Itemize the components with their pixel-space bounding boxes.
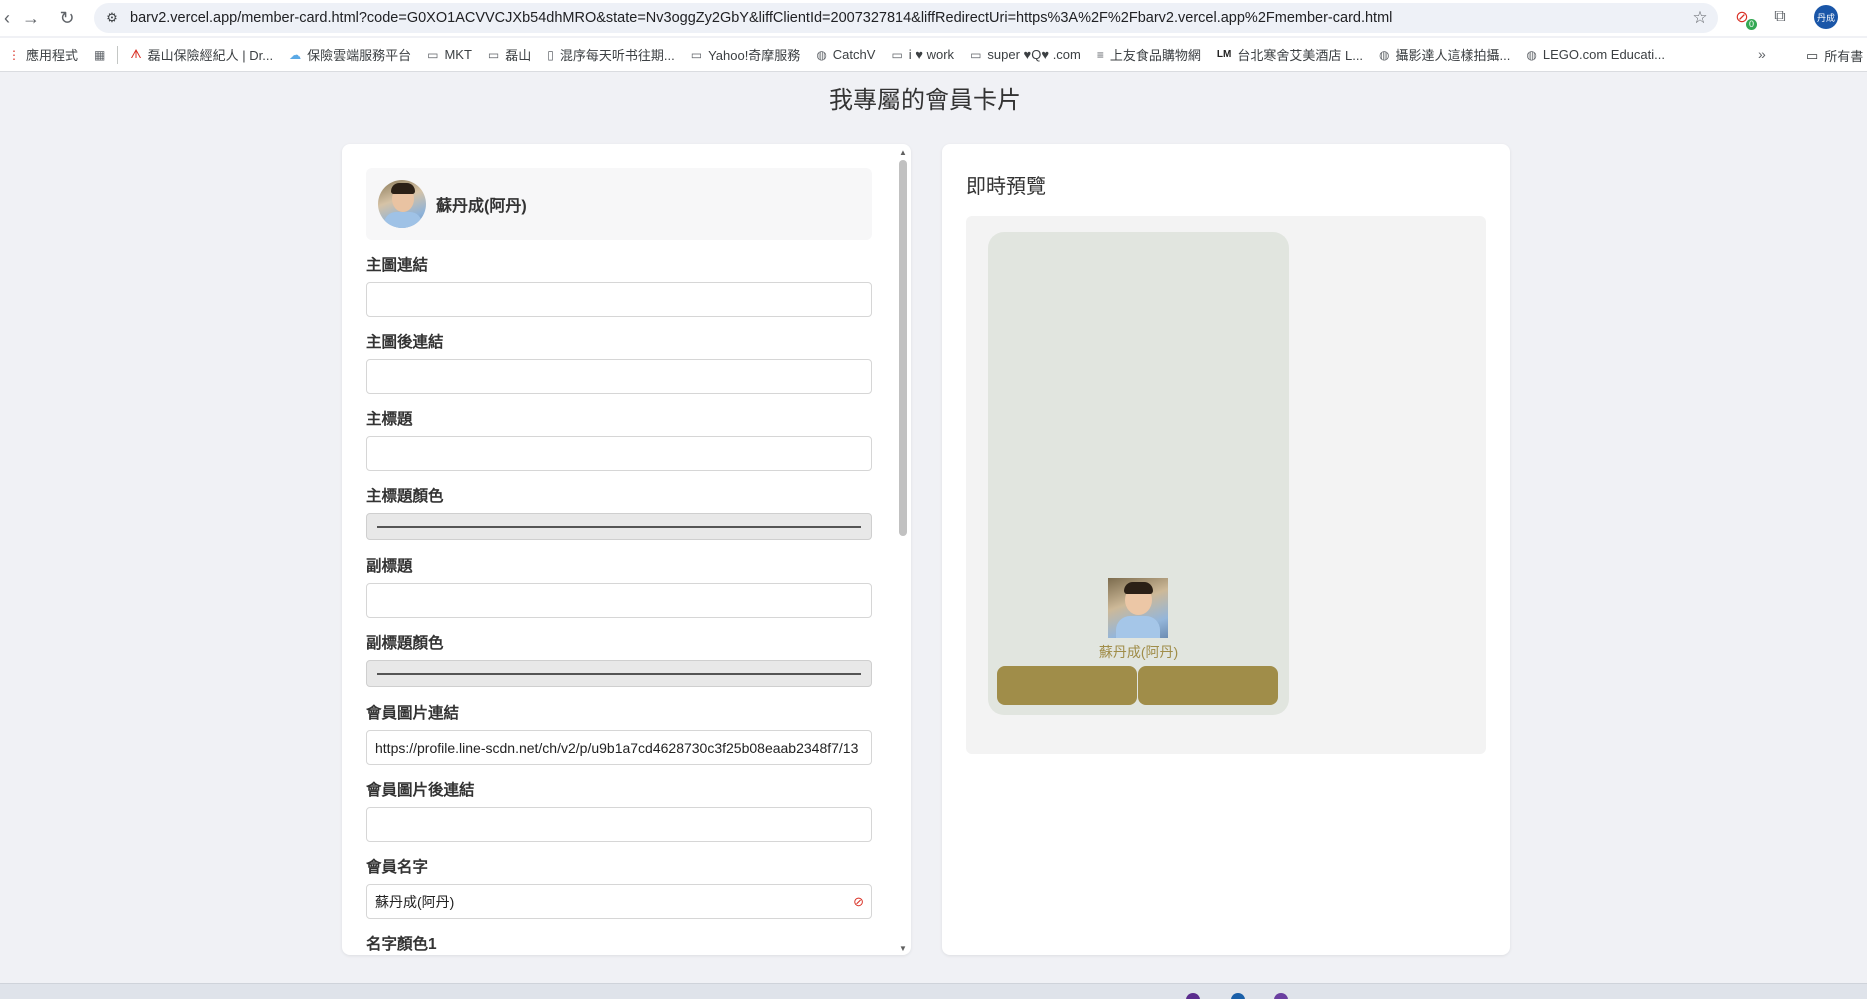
scroll-down-icon[interactable]: ▼: [899, 944, 907, 953]
folder-icon: ▭: [970, 47, 982, 62]
subtitle-label: 副標題: [366, 558, 413, 575]
bookmark-item[interactable]: ☁ 保險雲端服務平台: [281, 45, 419, 64]
bookmark-folder[interactable]: ▭ 磊山: [480, 45, 539, 64]
profile-avatar[interactable]: 丹成: [1814, 5, 1838, 29]
star-icon[interactable]: ☆: [1682, 8, 1718, 28]
cloud-icon: ☁: [289, 47, 302, 62]
forward-arrow-icon[interactable]: →: [16, 3, 46, 33]
folder-icon: ▭: [427, 47, 439, 62]
bookmark-item[interactable]: LM 台北寒舍艾美酒店 L...: [1209, 45, 1371, 64]
scroll-up-icon[interactable]: ▲: [899, 148, 907, 157]
preview-area: 蘇丹成(阿丹): [966, 216, 1486, 754]
avatar: [378, 180, 426, 228]
bookmark-item[interactable]: ◍ 攝影達人這樣拍攝...: [1371, 45, 1518, 64]
folder-icon: ▭: [891, 47, 903, 62]
bookmark-item[interactable]: ◍ LEGO.com Educati...: [1518, 47, 1673, 62]
all-bookmarks[interactable]: ▭ 所有書: [1806, 46, 1863, 65]
grid-icon: ▦: [94, 47, 106, 62]
member-image-link-input[interactable]: [366, 730, 872, 765]
preview-title: 即時預覽: [966, 176, 1046, 198]
bookmark-item[interactable]: ▯ 混序每天听书往期...: [539, 45, 682, 64]
member-image-link-label: 會員圖片連結: [366, 705, 460, 722]
browser-toolbar: ‹ → ↻ ⚙ barv2.vercel.app/member-card.htm…: [0, 0, 1867, 36]
taskbar-icon[interactable]: [1274, 993, 1288, 999]
red-logo-icon: ᗑ: [130, 47, 142, 61]
bookmark-folder[interactable]: ▭ i ♥ work: [883, 47, 962, 62]
user-info: 蘇丹成(阿丹): [366, 168, 872, 240]
preview-panel: 即時預覽 蘇丹成(阿丹): [942, 144, 1510, 955]
member-image-after-link-label: 會員圖片後連結: [366, 782, 475, 799]
member-photo: [1108, 578, 1168, 638]
card-button-left[interactable]: [997, 666, 1137, 705]
globe-icon: ◍: [1379, 47, 1390, 62]
editor-panel: 蘇丹成(阿丹) 主圖連結 主圖後連結 主標題 主標題顏色 副標題 副標題顏色 會…: [342, 144, 911, 955]
subtitle-input[interactable]: [366, 583, 872, 618]
taskbar-icon[interactable]: [1231, 993, 1245, 999]
reload-icon[interactable]: ↻: [52, 3, 82, 33]
extension-count: 0: [1745, 19, 1757, 30]
folder-icon: ▭: [690, 47, 703, 62]
main-image-after-link-input[interactable]: [366, 359, 872, 394]
extensions-icon[interactable]: ⧉: [1768, 5, 1792, 29]
lock-icon[interactable]: ⊘: [853, 894, 864, 910]
page-title: 我專屬的會員卡片: [829, 87, 1021, 114]
card-member-name: 蘇丹成(阿丹): [1098, 644, 1179, 660]
taskbar-icon[interactable]: [1186, 993, 1200, 999]
bookmark-item[interactable]: ≡ 上友食品購物網: [1089, 45, 1209, 64]
bookmark-item[interactable]: ◍ CatchV: [808, 47, 883, 62]
bookmark-item[interactable]: ᗑ 磊山保險經紀人 | Dr...: [122, 45, 281, 64]
shop-icon: ≡: [1096, 47, 1104, 62]
apps-icon: ⋮: [8, 47, 20, 62]
url-text[interactable]: barv2.vercel.app/member-card.html?code=G…: [130, 10, 1682, 26]
main-image-after-link-label: 主圖後連結: [366, 334, 444, 351]
editor-scrollbar[interactable]: ▲ ▼: [897, 148, 909, 953]
address-bar[interactable]: ⚙ barv2.vercel.app/member-card.html?code…: [94, 3, 1718, 33]
bookmark-separator: [117, 45, 119, 64]
main-title-input[interactable]: [366, 436, 872, 471]
main-title-label: 主標題: [366, 411, 413, 428]
member-card-preview: 蘇丹成(阿丹): [988, 232, 1289, 715]
main-image-link-input[interactable]: [366, 282, 872, 317]
globe-icon: ◍: [816, 47, 827, 62]
subtitle-color-picker[interactable]: [366, 660, 872, 687]
bookmark-folder[interactable]: ▭ MKT: [419, 47, 480, 62]
member-name-input[interactable]: [366, 884, 872, 919]
main-image-link-label: 主圖連結: [366, 257, 429, 274]
bookmark-folder[interactable]: ▭ super ♥Q♥ .com: [962, 47, 1089, 62]
bookmarks-more-icon[interactable]: »: [1758, 46, 1766, 62]
globe-icon: ◍: [1526, 47, 1537, 62]
scroll-thumb[interactable]: [899, 160, 907, 536]
member-image-after-link-input[interactable]: [366, 807, 872, 842]
folder-icon: ▭: [487, 47, 500, 62]
doc-icon: ▯: [547, 47, 554, 62]
name-color-1-label: 名字顏色1: [366, 936, 437, 953]
user-name: 蘇丹成(阿丹): [436, 198, 527, 215]
extension-icon[interactable]: ⊘ 0: [1730, 5, 1757, 30]
lm-icon: LM: [1216, 49, 1232, 60]
taskbar-strip: [0, 983, 1867, 999]
site-info-icon[interactable]: ⚙: [94, 10, 130, 26]
bookmarks-bar: ⋮ 應用程式 ▦ ᗑ 磊山保險經紀人 | Dr... ☁ 保險雲端服務平台 ▭ MKT …: [0, 38, 1867, 72]
bookmark-apps[interactable]: ⋮ 應用程式: [0, 45, 86, 64]
subtitle-color-label: 副標題顏色: [366, 635, 444, 652]
bookmark-grid[interactable]: ▦: [86, 48, 113, 62]
main-title-color-label: 主標題顏色: [366, 488, 444, 505]
member-name-label: 會員名字: [366, 859, 429, 876]
bookmark-folder[interactable]: ▭ Yahoo!奇摩服務: [683, 45, 809, 64]
folder-icon: ▭: [1806, 47, 1819, 63]
main-title-color-picker[interactable]: [366, 513, 872, 540]
card-button-right[interactable]: [1138, 666, 1278, 705]
